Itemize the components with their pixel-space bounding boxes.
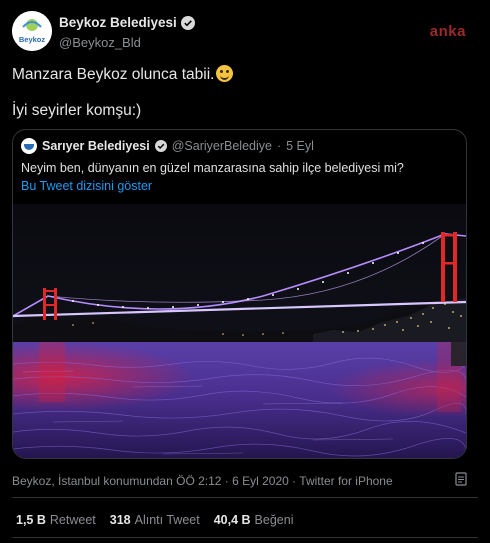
divider <box>12 537 478 538</box>
bridge-photo[interactable] <box>13 204 466 458</box>
tweet-analytics-icon[interactable] <box>454 472 468 486</box>
quoted-text: Neyim ben, dünyanın en güzel manzarasına… <box>21 161 404 175</box>
quotes-count: 318 <box>109 513 131 527</box>
verified-badge-icon <box>180 15 195 30</box>
upside-down-face-icon <box>216 65 234 82</box>
tweet-text: Manzara Beykoz olunca tabii. İyi seyirle… <box>12 65 234 119</box>
quoted-tweet-header: Sarıyer Belediyesi @SariyerBelediye · 5 … <box>21 138 314 154</box>
tweet-line-2: İyi seyirler komşu:) <box>12 102 142 119</box>
likes-label: Beğeni <box>254 513 294 527</box>
quoted-avatar <box>21 138 37 154</box>
retweets-stat[interactable]: 1,5 B Retweet <box>16 513 96 527</box>
avatar-text: Beykoz <box>19 35 46 44</box>
verified-badge-icon <box>154 140 167 152</box>
quoted-tweet[interactable]: Sarıyer Belediyesi @SariyerBelediye · 5 … <box>12 129 467 459</box>
quoted-date: 5 Eyl <box>286 139 314 153</box>
tweet-stats: 1,5 B Retweet 318 Alıntı Tweet 40,4 B Beğen… <box>16 513 293 527</box>
divider <box>12 497 478 498</box>
retweets-label: Retweet <box>49 513 96 527</box>
display-name-text: Beykoz Belediyesi <box>59 15 177 30</box>
display-name[interactable]: Beykoz Belediyesi <box>59 15 195 30</box>
show-thread-link[interactable]: Bu Tweet dizisini göster <box>21 179 152 193</box>
retweets-count: 1,5 B <box>16 513 46 527</box>
likes-count: 40,4 B <box>213 513 251 527</box>
likes-stat[interactable]: 40,4 B Beğeni <box>214 513 294 527</box>
tweet-header: Beykoz Beykoz Belediyesi @Beykoz_Bld ank… <box>12 11 478 53</box>
tweet-meta: Beykoz, İstanbul konumundan ÖÖ 2:12 · 6 … <box>12 474 393 488</box>
quoted-display-name: Sarıyer Belediyesi <box>42 139 150 153</box>
quotes-stat[interactable]: 318 Alıntı Tweet <box>110 513 200 527</box>
quoted-handle: @SariyerBelediye <box>171 139 272 153</box>
quotes-label: Alıntı Tweet <box>134 513 200 527</box>
avatar[interactable]: Beykoz <box>12 11 52 51</box>
watermark-logo: anka <box>430 23 466 40</box>
tweet-line-1: Manzara Beykoz olunca tabii. <box>12 66 215 83</box>
handle[interactable]: @Beykoz_Bld <box>59 35 195 50</box>
watermark-text: anka <box>429 23 466 40</box>
quoted-separator: · <box>276 139 282 153</box>
